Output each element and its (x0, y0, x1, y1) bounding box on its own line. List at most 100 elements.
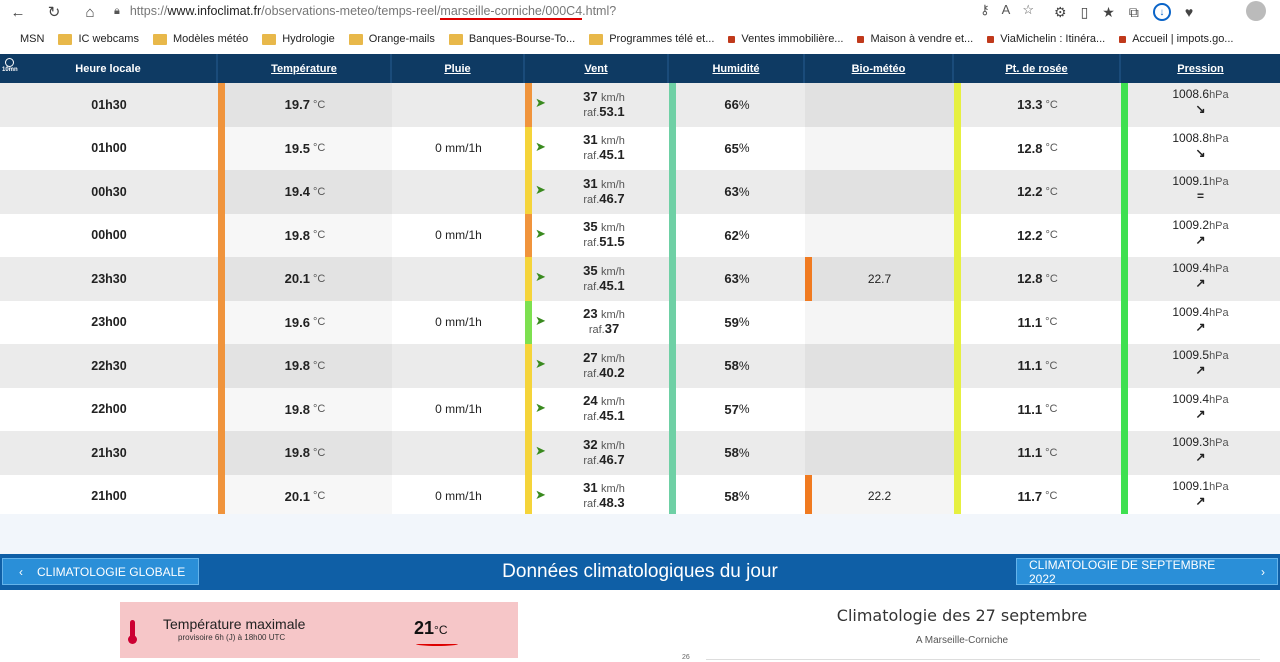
biometeo-cell (805, 344, 954, 388)
wind-speed-line: 31 km/h (583, 176, 625, 192)
gust-value: 53.1 (599, 103, 625, 119)
pressure-value: 1009.4 (1172, 304, 1210, 319)
bookmark-item[interactable]: Hydrologie (262, 33, 335, 45)
color-scale-bar (954, 213, 961, 257)
color-scale-bar (669, 387, 676, 431)
pressure-unit: hPa (1209, 306, 1229, 319)
biometeo-value: 22.2 (867, 489, 892, 504)
dewpoint-value: 11.1 (1017, 314, 1043, 330)
url-path: /observations-meteo/temps-reel/ (261, 4, 441, 18)
rain-cell (392, 83, 525, 127)
color-scale-bar (218, 213, 225, 257)
table-footer-space (0, 514, 1280, 554)
pressure-value: 1009.4 (1172, 391, 1210, 406)
header-rain[interactable]: Pluie (392, 54, 525, 83)
extensions-icon[interactable]: ⚙ (1054, 4, 1067, 21)
climatology-global-button[interactable]: ‹ CLIMATOLOGIE GLOBALE (2, 558, 199, 585)
bookmark-item[interactable]: Ventes immobilière... (728, 33, 843, 45)
table-header: 10mn Heure locale Température Pluie Vent… (0, 54, 1280, 83)
wind-values: 31 km/h raf.45.1 (583, 133, 625, 163)
read-aloud-icon[interactable]: A (1002, 2, 1011, 18)
temperature-cell: 19.8 °C (218, 213, 392, 257)
header-biometeo[interactable]: Bio-météo (805, 54, 954, 83)
climatology-banner: Données climatologiques du jour ‹ CLIMAT… (0, 554, 1280, 590)
bookmark-item[interactable]: Orange-mails (348, 33, 435, 45)
wind-speed-line: 23 km/h (583, 307, 625, 322)
pressure-unit: hPa (1209, 437, 1229, 449)
bookmark-item[interactable]: Banques-Bourse-To... (448, 33, 575, 45)
favorite-add-icon[interactable]: ☆ (1022, 2, 1034, 18)
color-scale-bar (525, 213, 532, 257)
reload-icon[interactable]: ↻ (36, 0, 72, 24)
bookmark-item[interactable]: Accueil | impots.go... (1119, 33, 1233, 45)
header-humidity[interactable]: Humidité (669, 54, 805, 83)
color-scale-bar (954, 126, 961, 170)
header-temperature[interactable]: Température (218, 54, 392, 83)
wind-values: 31 km/h raf.46.7 (583, 176, 625, 207)
time-value: 23h30 (91, 271, 127, 286)
climatology-chart-gridline (706, 659, 1260, 660)
dewpoint-cell: 12.8 °C (954, 126, 1121, 170)
color-scale-bar (1121, 474, 1128, 518)
url-text[interactable]: https://www.infoclimat.fr/observations-m… (130, 4, 616, 20)
header-dewpoint[interactable]: Pt. de rosée (954, 54, 1121, 83)
biometeo-value: 22.7 (867, 271, 892, 286)
chevron-left-icon: ‹ (19, 564, 23, 579)
pressure-value: 1008.6 (1172, 87, 1210, 101)
bookmark-item[interactable]: ViaMichelin : Itinéra... (987, 33, 1105, 45)
dewpoint-cell: 11.1 °C (954, 344, 1121, 388)
bookmark-item[interactable]: Modèles météo (152, 33, 248, 45)
back-icon[interactable]: ← (0, 0, 36, 24)
dewpoint-value: 12.2 (1017, 227, 1043, 243)
biometeo-cell: 22.2 (805, 474, 954, 518)
bookmark-item[interactable]: IC webcams (58, 33, 139, 45)
gust-prefix: raf. (583, 150, 600, 163)
pressure-unit: hPa (1209, 219, 1229, 232)
humidity-value: 57 (724, 401, 739, 417)
interval-indicator[interactable]: 10mn (2, 58, 18, 74)
time-value: 23h00 (91, 315, 127, 330)
dewpoint-value: 13.3 (1017, 97, 1043, 113)
time-cell: 22h30 (0, 344, 218, 388)
bookmark-item[interactable]: Maison à vendre et... (857, 33, 973, 45)
percent-sign: % (738, 228, 750, 243)
time-value: 00h30 (91, 184, 127, 199)
wind-values: 31 km/h raf.48.3 (583, 481, 625, 511)
favorites-icon[interactable]: ★ (1102, 4, 1115, 21)
color-scale-bar (218, 300, 225, 344)
percent-sign: % (738, 271, 750, 286)
header-pressure[interactable]: Pression (1121, 54, 1280, 83)
wind-unit: km/h (600, 309, 625, 322)
browser-essentials-icon[interactable]: ♥ (1185, 4, 1193, 20)
dewpoint-value: 12.2 (1017, 184, 1043, 200)
address-bar[interactable]: 🔒︎ https://www.infoclimat.fr/observation… (98, 0, 1042, 22)
wind-speed-value: 27 (583, 349, 598, 365)
wind-cell: ➤ 35 km/h raf.51.5 (525, 213, 669, 257)
humidity-value: 62 (724, 227, 739, 243)
pressure-trend-icon: ↗ (1195, 232, 1206, 247)
bookmark-item[interactable]: Programmes télé et... (589, 33, 714, 45)
percent-sign: % (738, 141, 750, 156)
pressure-unit: hPa (1209, 89, 1229, 101)
pressure-value: 1009.5 (1172, 348, 1210, 362)
wind-direction-icon: ➤ (535, 443, 546, 458)
split-screen-icon[interactable]: ▯ (1081, 4, 1089, 21)
gust-value: 46.7 (599, 190, 625, 206)
percent-sign: % (738, 402, 750, 417)
collections-icon[interactable]: ⧉ (1129, 4, 1139, 21)
profile-avatar[interactable] (1246, 1, 1266, 21)
key-icon[interactable]: ⚷ (980, 2, 990, 18)
folder-icon (348, 33, 363, 45)
wind-direction-icon: ➤ (535, 269, 546, 284)
interval-label: 10mn (2, 67, 18, 73)
time-cell: 01h00 (0, 127, 218, 171)
color-scale-bar (1121, 387, 1128, 431)
max-temperature-number: 21 (414, 618, 435, 638)
wind-direction-icon: ➤ (535, 138, 546, 154)
time-cell: 01h30 (0, 83, 218, 127)
header-wind[interactable]: Vent (525, 54, 669, 83)
bookmark-item[interactable]: MSN (0, 33, 44, 45)
download-icon[interactable]: ↓ (1152, 3, 1171, 21)
climatology-month-button[interactable]: CLIMATOLOGIE DE SEPTEMBRE 2022 › (1016, 558, 1278, 586)
wind-cell: ➤ 31 km/h raf.46.7 (525, 170, 669, 214)
